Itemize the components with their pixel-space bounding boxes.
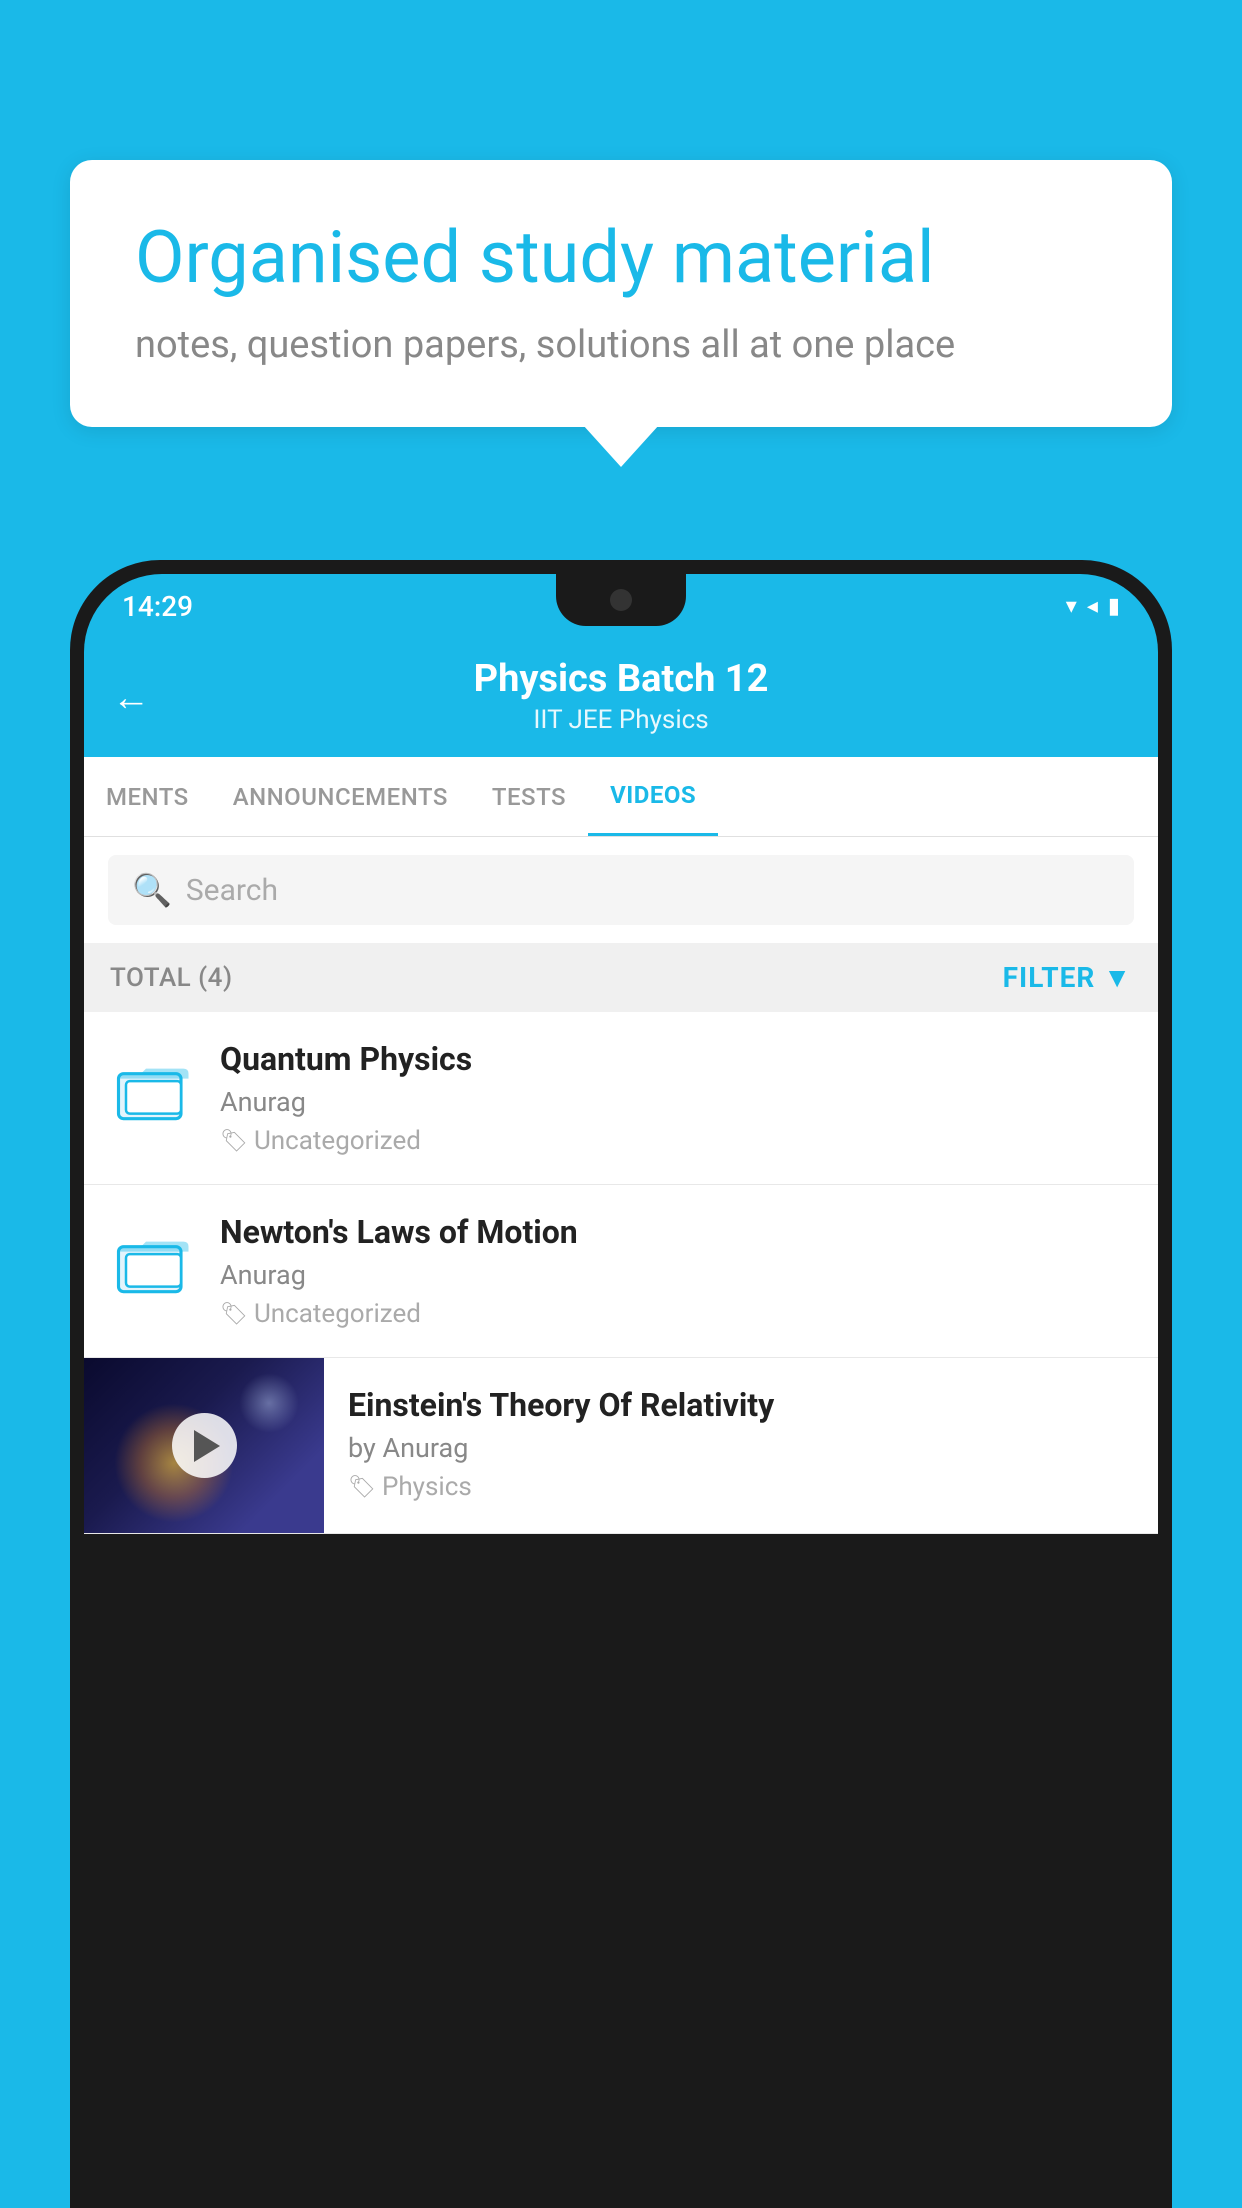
video-info: Einstein's Theory Of Relativity by Anura… [324,1358,1158,1530]
video-title: Einstein's Theory Of Relativity [348,1386,1134,1424]
search-icon: 🔍 [132,871,172,909]
app-header: ← Physics Batch 12 IIT JEE Physics [84,639,1158,757]
camera [610,589,632,611]
folder-icon-wrap [108,1213,198,1313]
folder-icon-wrap [108,1040,198,1140]
header-title: Physics Batch 12 [114,657,1128,701]
video-title: Quantum Physics [220,1040,1134,1078]
speech-bubble-section: Organised study material notes, question… [70,160,1172,427]
status-bar: 14:29 ▾ ◂ ▮ [84,574,1158,639]
tag-icon: 🏷 [348,1475,376,1500]
thumb-glow2 [239,1373,299,1433]
phone-inner: 14:29 ▾ ◂ ▮ ← Physics Batch 12 IIT JEE P… [84,574,1158,2208]
back-arrow[interactable]: ← [112,676,150,720]
search-placeholder: Search [186,873,278,908]
list-item[interactable]: Newton's Laws of Motion Anurag 🏷 Uncateg… [84,1185,1158,1358]
search-container: 🔍 Search [84,837,1158,943]
speech-bubble-card: Organised study material notes, question… [70,160,1172,427]
tab-ments[interactable]: MENTS [84,759,211,835]
video-list: Quantum Physics Anurag 🏷 Uncategorized [84,1012,1158,1534]
video-tag: 🏷 Physics [348,1472,1134,1502]
tab-announcements[interactable]: ANNOUNCEMENTS [211,759,470,835]
video-title: Newton's Laws of Motion [220,1213,1134,1251]
tabs-bar: MENTS ANNOUNCEMENTS TESTS VIDEOS [84,757,1158,837]
wifi-icon: ▾ [1066,594,1077,619]
tab-videos[interactable]: VIDEOS [588,757,718,836]
video-author: by Anurag [348,1432,1134,1464]
list-item[interactable]: Einstein's Theory Of Relativity by Anura… [84,1358,1158,1534]
video-info: Quantum Physics Anurag 🏷 Uncategorized [220,1040,1134,1156]
filter-bar: TOTAL (4) FILTER ▼ [84,943,1158,1012]
battery-icon: ▮ [1108,594,1120,619]
tab-tests[interactable]: TESTS [470,759,588,835]
notch [556,574,686,626]
video-tag: 🏷 Uncategorized [220,1126,1134,1156]
search-input-wrapper[interactable]: 🔍 Search [108,855,1134,925]
status-time: 14:29 [122,590,193,623]
status-icons: ▾ ◂ ▮ [1066,594,1120,619]
folder-icon [116,1226,191,1301]
filter-icon: ▼ [1103,961,1132,994]
total-count: TOTAL (4) [110,963,233,993]
filter-button[interactable]: FILTER ▼ [1003,961,1132,994]
bubble-title: Organised study material [135,215,1107,301]
video-thumbnail [84,1358,324,1533]
tag-icon: 🏷 [220,1129,248,1154]
play-icon [194,1430,220,1462]
play-button[interactable] [172,1413,237,1478]
header-subtitle: IIT JEE Physics [114,705,1128,735]
bubble-subtitle: notes, question papers, solutions all at… [135,323,1107,367]
signal-icon: ◂ [1087,594,1098,619]
video-author: Anurag [220,1259,1134,1291]
phone-frame: 14:29 ▾ ◂ ▮ ← Physics Batch 12 IIT JEE P… [70,560,1172,2208]
tag-icon: 🏷 [220,1302,248,1327]
video-info: Newton's Laws of Motion Anurag 🏷 Uncateg… [220,1213,1134,1329]
video-author: Anurag [220,1086,1134,1118]
list-item[interactable]: Quantum Physics Anurag 🏷 Uncategorized [84,1012,1158,1185]
folder-icon [116,1053,191,1128]
video-tag: 🏷 Uncategorized [220,1299,1134,1329]
